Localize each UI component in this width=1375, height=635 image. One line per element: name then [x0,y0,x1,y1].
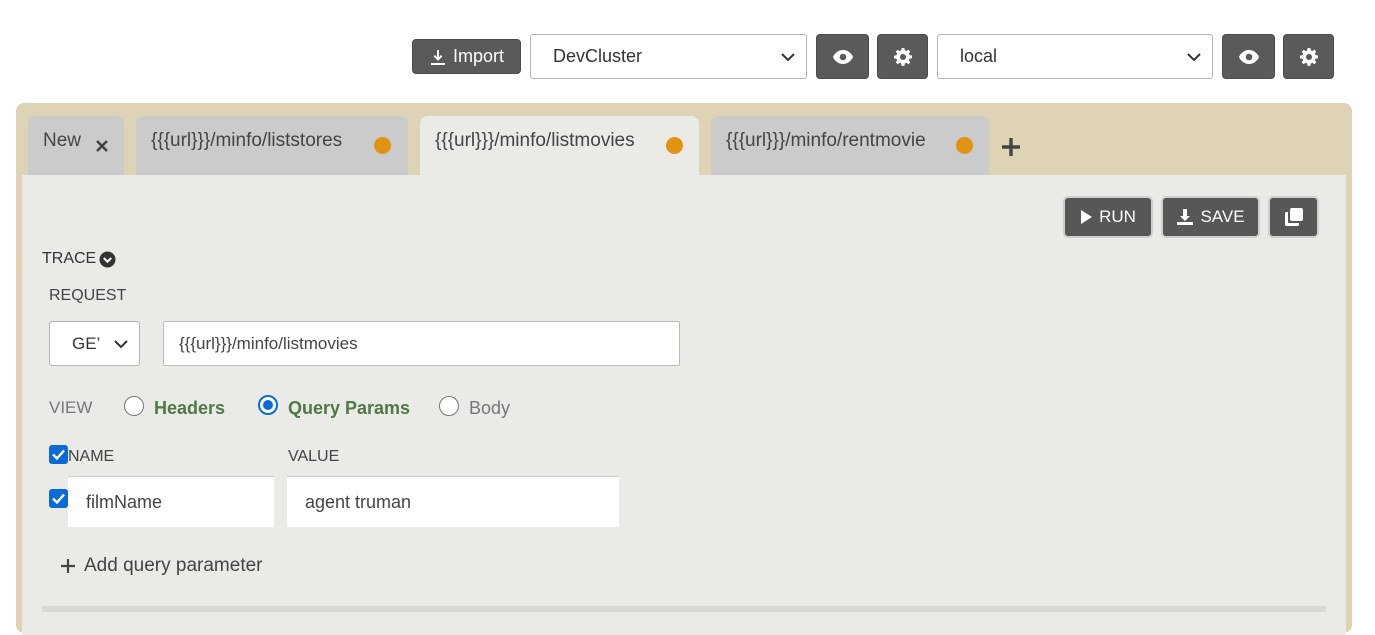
value-column-header: VALUE [288,448,340,465]
environment-view-button[interactable] [1222,34,1275,79]
view-body-label[interactable]: Body [469,398,510,419]
check-icon [52,493,65,504]
download-icon [1177,209,1194,225]
view-headers-label[interactable]: Headers [154,398,225,419]
tab-label: New [43,130,82,151]
view-body-radio[interactable] [439,396,459,416]
unsaved-dot [374,137,391,154]
play-icon [1081,210,1093,224]
url-input-value: {{{url}}}/minfo/listmovies [179,333,358,353]
cluster-view-button[interactable] [816,34,869,79]
tab-label: {{{url}}}/minfo/liststores [151,130,343,151]
cluster-settings-button[interactable] [877,34,928,79]
param-value-value: agent truman [305,491,412,512]
run-label: RUN [1099,207,1136,226]
check-icon [52,449,65,460]
chevron-down-icon [781,52,795,61]
param-enabled-checkbox[interactable] [49,489,68,508]
add-query-parameter-label: Add query parameter [84,555,263,576]
view-query-params-radio[interactable] [258,395,278,415]
method-select[interactable]: GE’ [49,321,140,366]
copy-icon [1284,208,1303,226]
tab-listmovies[interactable]: {{{url}}}/minfo/listmovies [420,116,699,176]
tab-label: {{{url}}}/minfo/listmovies [435,130,635,151]
import-label: Import [452,46,504,66]
cluster-select-value: DevCluster [553,46,643,66]
unsaved-dot [666,137,683,154]
tab-rentmovie[interactable]: {{{url}}}/minfo/rentmovie [711,116,989,176]
param-name-value: filmName [86,491,163,512]
tab-liststores[interactable]: {{{url}}}/minfo/liststores [136,116,408,176]
add-query-parameter-button[interactable]: Add query parameter [60,555,263,577]
param-value-input[interactable]: agent truman [287,476,619,527]
select-all-checkbox[interactable] [49,445,68,464]
save-label: SAVE [1200,207,1245,226]
run-button[interactable]: RUN [1063,196,1153,238]
request-section-label: REQUEST [49,287,127,304]
view-label: VIEW [49,398,93,417]
eye-icon [1238,49,1259,64]
section-divider [42,606,1326,612]
view-headers-radio[interactable] [124,396,144,416]
plus-icon [61,559,75,573]
param-name-input[interactable]: filmName [68,476,274,527]
gear-icon [893,47,912,66]
clone-button[interactable] [1268,196,1319,238]
cluster-select[interactable]: DevCluster [530,34,807,79]
import-icon [430,49,445,65]
close-icon[interactable] [95,139,109,153]
eye-icon [832,49,853,64]
unsaved-dot [956,137,973,154]
add-tab-icon[interactable] [1001,137,1021,157]
import-button[interactable]: Import [412,39,521,74]
view-query-params-label[interactable]: Query Params [288,398,410,419]
url-input[interactable]: {{{url}}}/minfo/listmovies [163,321,680,366]
name-column-header: NAME [68,448,115,465]
chevron-down-icon [114,339,128,348]
gear-icon [1299,47,1318,66]
save-button[interactable]: SAVE [1161,196,1260,238]
environment-settings-button[interactable] [1283,34,1334,79]
chevron-down-icon [1187,52,1201,61]
environment-select[interactable]: local [937,34,1213,79]
chevron-circle-down-icon [99,251,116,267]
trace-toggle[interactable]: TRACE [42,250,116,268]
environment-select-value: local [960,46,998,66]
tab-new[interactable]: New [28,116,124,176]
trace-label: TRACE [42,250,97,267]
method-select-value: GE’ [72,333,101,353]
tab-label: {{{url}}}/minfo/rentmovie [726,130,926,151]
